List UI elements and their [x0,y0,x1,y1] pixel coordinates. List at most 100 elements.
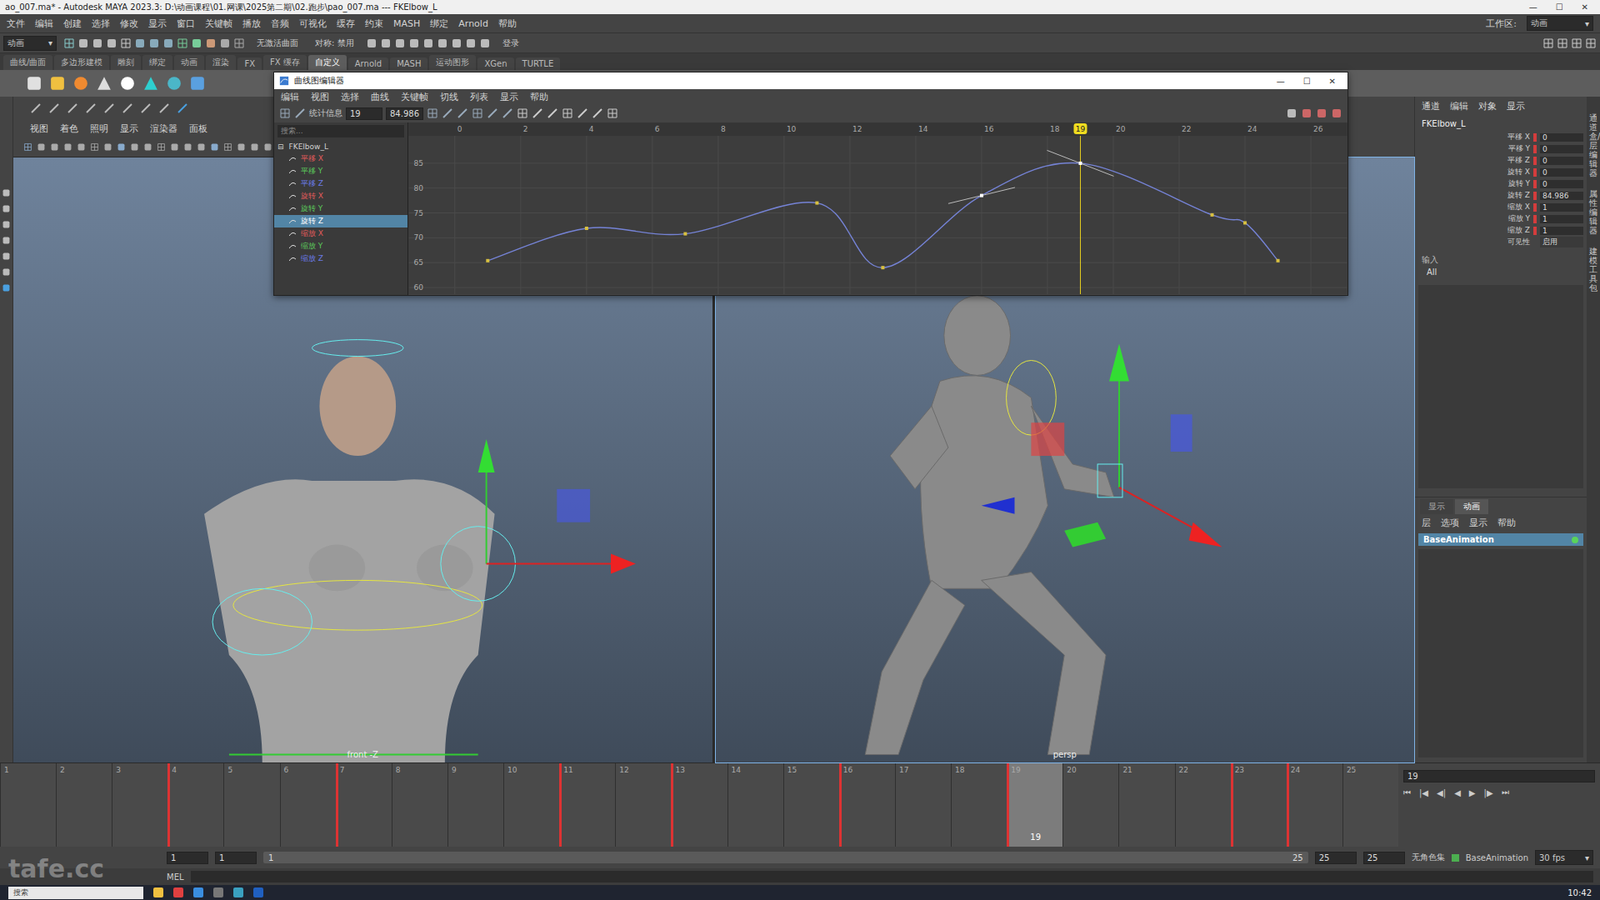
taskbar-app-icon[interactable] [253,887,264,898]
node-name[interactable]: FKElbow_L [1415,115,1587,132]
status-tool-icon[interactable] [63,37,75,50]
graph-tool-icon[interactable] [501,107,514,120]
graph-editor-title-bar[interactable]: 曲线图编辑器—☐✕ [274,72,1348,90]
frame-cell[interactable]: 4 [167,763,224,847]
command-language[interactable]: MEL [166,872,185,882]
edit-tool-icon[interactable] [85,102,97,115]
tool-icon[interactable] [1,188,11,198]
graph-tool-icon[interactable] [546,107,559,120]
curve-key[interactable] [948,187,1015,204]
character-set[interactable]: 无角色集 [1411,851,1445,864]
playback-button[interactable]: |▶ [1484,788,1494,798]
edit-tool-icon[interactable] [158,102,170,115]
curve-key[interactable] [880,265,885,270]
graph-tool-icon[interactable] [576,107,589,120]
frame-cell[interactable]: 18 [950,763,1007,847]
panel-tool-icon[interactable] [63,142,73,152]
outliner-channel[interactable]: 缩放 X [274,227,408,240]
graph-tool-icon[interactable] [516,107,529,120]
plane-handle-icon[interactable] [1170,414,1192,452]
side-tab[interactable]: 建模工具包 [1589,246,1598,293]
move-key-icon[interactable] [279,107,291,120]
window-control-button[interactable]: — [1529,2,1538,12]
attribute-row[interactable]: 平移 X0 [1448,131,1584,143]
panel-menu-item[interactable]: 视图 [30,122,49,135]
frame-cell[interactable]: 15 [783,763,840,847]
playback-button[interactable]: ◀ [1454,788,1461,798]
status-tool-icon[interactable] [77,37,90,50]
live-surface[interactable]: 无激活曲面 [251,37,304,50]
menu-item[interactable]: 显示 [148,17,167,30]
attribute-row[interactable]: 缩放 Z1 [1448,225,1584,236]
graph-tool-icon[interactable] [561,107,574,120]
window-control-button[interactable]: — [1276,76,1285,86]
window-control-button[interactable]: ☐ [1555,2,1564,12]
x-axis-arrow-icon[interactable] [1188,522,1222,548]
taskbar-app-icon[interactable] [173,887,184,898]
anim-layer[interactable]: BaseAnimation [1465,853,1529,863]
current-frame-line[interactable] [1080,135,1081,295]
outliner-channel[interactable]: 旋转 X [274,190,408,203]
menu-item[interactable]: 关键帧 [205,17,233,30]
menu-item[interactable]: 显示 [1469,516,1488,530]
keyframe-tick[interactable] [559,763,562,847]
panel-toggle-icon[interactable] [1585,37,1597,50]
outliner-channel[interactable]: 缩放 Y [274,240,408,253]
render-tool-icon[interactable] [394,37,406,50]
graph-tool-icon[interactable] [531,107,544,120]
login-button[interactable]: 登录 [497,37,525,50]
panel-tool-icon[interactable] [156,142,166,152]
edit-tool-icon[interactable] [176,102,189,115]
window-control-button[interactable]: ☐ [1303,76,1311,86]
shelf-tool-icon[interactable] [95,74,114,93]
workspace-dropdown[interactable]: 动画▾ [1526,15,1594,31]
keyframe-tick[interactable] [335,763,339,847]
tool-icon[interactable] [1,267,11,277]
edit-tool-icon[interactable] [140,102,152,115]
keyframe-tick[interactable] [167,763,170,847]
frame-cell[interactable]: 12 [615,763,671,847]
collapse-icon[interactable]: ⊟ [277,142,285,151]
menu-item[interactable]: 切线 [440,90,459,104]
graph-tool-icon[interactable] [441,107,454,120]
menu-item[interactable]: 文件 [6,17,25,30]
menu-item[interactable]: 列表 [470,90,489,104]
graph-tool-icon[interactable] [471,107,484,120]
taskbar-app-icon[interactable] [153,887,164,898]
command-input[interactable] [190,870,1594,883]
layer-tab[interactable]: 动画 [1455,499,1489,515]
window-control-button[interactable]: ✕ [1581,2,1589,12]
status-tool-icon[interactable] [190,37,203,50]
status-tool-icon[interactable] [233,37,245,50]
playback-button[interactable]: ▶ [1469,788,1476,798]
keyframe-tick[interactable] [670,763,674,847]
status-tool-icon[interactable] [205,37,217,50]
shelf-tab[interactable]: FX 缓存 [263,55,307,70]
attribute-row[interactable]: 可见性启用 [1448,236,1584,248]
curve-key[interactable] [485,259,490,263]
curve-key[interactable] [1243,220,1247,225]
x-axis-arrow-icon[interactable] [610,554,636,575]
attribute-row[interactable]: 旋转 Z84.986 [1448,190,1584,201]
menu-item[interactable]: 选择 [91,17,110,30]
anim-layer-row[interactable]: BaseAnimation [1418,533,1584,546]
graph-tool-icon[interactable] [426,107,439,120]
attribute-row[interactable]: 平移 Y0 [1448,143,1584,155]
menu-item[interactable]: 选项 [1440,516,1460,530]
panel-menu-item[interactable]: 着色 [60,122,79,135]
status-tool-icon[interactable] [105,37,118,50]
render-tool-icon[interactable] [450,37,463,50]
panel-menu-item[interactable]: 照明 [90,122,109,135]
panel-tool-icon[interactable] [263,142,273,152]
view-option-icon[interactable] [1315,107,1328,120]
frame-cell[interactable]: 24 [1286,763,1343,847]
tool-icon[interactable] [1,204,11,214]
shelf-tab[interactable]: FX [237,57,262,70]
stats-field[interactable]: 84.986 [385,107,424,120]
end-field[interactable]: 25 [1363,851,1405,865]
current-frame-marker[interactable]: 19 [1073,123,1087,135]
panel-menu-item[interactable]: 渲染器 [150,122,178,135]
render-tool-icon[interactable] [408,37,420,50]
panel-tool-icon[interactable] [23,142,33,152]
tool-icon[interactable] [1,251,11,261]
